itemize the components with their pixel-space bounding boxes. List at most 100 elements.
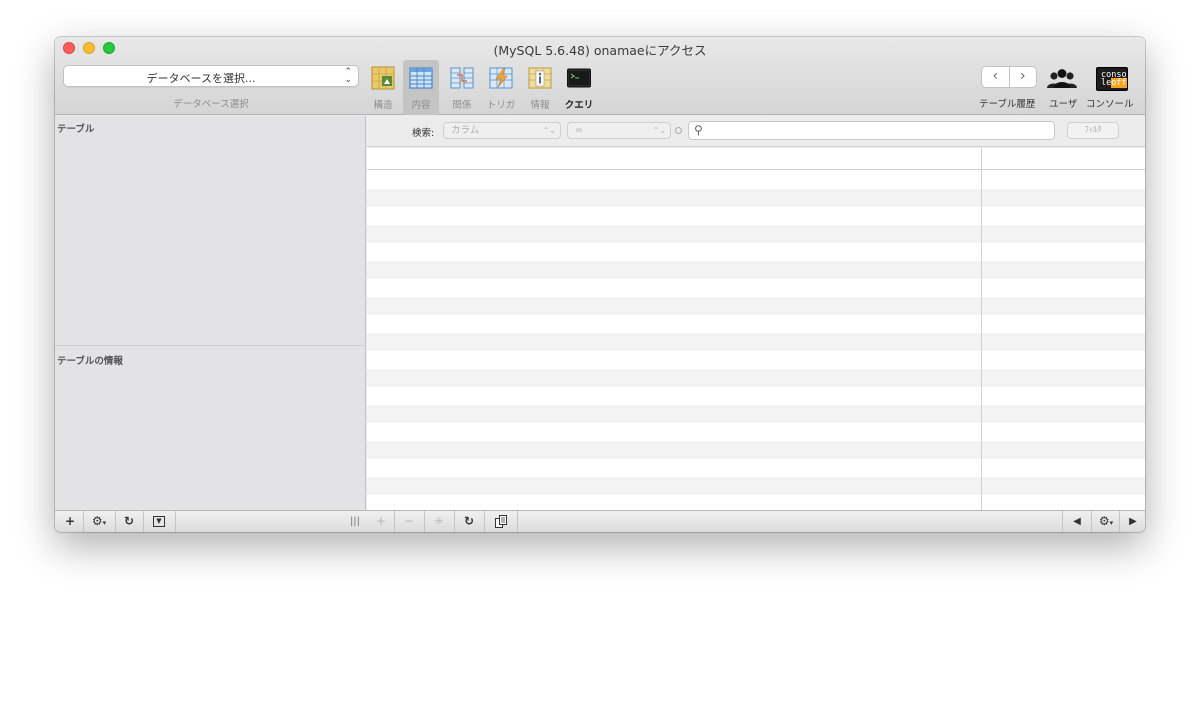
refresh-icon: ↻ bbox=[463, 514, 475, 528]
chevron-updown-icon: ⌃⌄ bbox=[652, 126, 666, 135]
database-select-value: データベースを選択... bbox=[146, 72, 256, 85]
users-icon bbox=[1047, 69, 1077, 88]
table-row bbox=[367, 207, 1145, 225]
table-row bbox=[367, 279, 1145, 297]
divider bbox=[1119, 511, 1120, 532]
tables-header: テーブル bbox=[57, 124, 95, 135]
table-row bbox=[367, 405, 1145, 423]
console-icon: conso leoff bbox=[1096, 67, 1128, 91]
chevron-right-icon: › bbox=[1019, 68, 1026, 84]
divider bbox=[1091, 511, 1092, 532]
content-button[interactable]: 内容 bbox=[403, 60, 439, 115]
table-actions-menu-button[interactable]: ⚙▾ bbox=[85, 511, 113, 532]
add-row-button[interactable]: + bbox=[371, 511, 391, 532]
table-row bbox=[367, 387, 1145, 405]
table-history-label: テーブル履歴 bbox=[979, 99, 1036, 110]
minus-icon: − bbox=[403, 514, 415, 528]
divider bbox=[454, 511, 455, 532]
terminal-icon bbox=[567, 68, 591, 88]
gear-icon: ⚙ bbox=[1098, 514, 1110, 528]
chevron-updown-icon: ⌃⌄ bbox=[542, 126, 556, 135]
chevron-left-icon: ‹ bbox=[992, 68, 999, 84]
toolbar: (MySQL 5.6.48) onamaeにアクセス データベースを選択... … bbox=[55, 37, 1145, 115]
structure-button[interactable]: 構造 bbox=[365, 60, 401, 115]
refresh-tables-button[interactable]: ↻ bbox=[117, 511, 141, 532]
users-button[interactable] bbox=[1045, 67, 1079, 91]
grid-header[interactable] bbox=[367, 148, 1145, 170]
duplicate-icon: ⁜ bbox=[434, 516, 444, 527]
search-icon: ⚲ bbox=[694, 123, 703, 137]
copy-button[interactable] bbox=[489, 511, 513, 532]
window-title: (MySQL 5.6.48) onamaeにアクセス bbox=[493, 43, 707, 58]
pane-resize-handle[interactable]: ||| bbox=[345, 511, 365, 532]
database-select[interactable]: データベースを選択... ⌃ ⌄ bbox=[63, 65, 359, 87]
column-popup-value: カラム bbox=[451, 125, 480, 136]
triggers-button[interactable]: トリガ bbox=[483, 60, 519, 115]
duplicate-row-button[interactable]: ⁜ bbox=[429, 511, 449, 532]
previous-page-button[interactable]: ◀ bbox=[1065, 511, 1089, 532]
users-label: ユーザ bbox=[1049, 99, 1078, 110]
triangle-left-icon: ◀ bbox=[1073, 516, 1081, 527]
triangle-right-icon: ▶ bbox=[1129, 516, 1137, 527]
table-row bbox=[367, 261, 1145, 279]
refresh-content-button[interactable]: ↻ bbox=[459, 511, 479, 532]
toggle-info-pane-button[interactable]: ▼ bbox=[147, 511, 171, 532]
sidebar: テーブル テーブルの情報 bbox=[55, 116, 366, 510]
table-row bbox=[367, 225, 1145, 243]
console-label: コンソール bbox=[1086, 99, 1134, 110]
table-row bbox=[367, 243, 1145, 261]
filter-search-input[interactable]: ⚲ bbox=[688, 121, 1055, 140]
table-row bbox=[367, 477, 1145, 495]
operator-popup[interactable]: = ⌃⌄ bbox=[567, 122, 671, 139]
filter-option-icon[interactable] bbox=[675, 127, 682, 134]
table-row bbox=[367, 369, 1145, 387]
plus-icon: + bbox=[375, 514, 387, 528]
filter-button[interactable]: ﾌｨﾙﾀ bbox=[1067, 122, 1119, 139]
delete-row-button[interactable]: − bbox=[399, 511, 419, 532]
sidebar-splitter[interactable] bbox=[55, 345, 366, 346]
query-label: クエリ bbox=[564, 100, 594, 111]
next-page-button[interactable]: ▶ bbox=[1121, 511, 1145, 532]
column-popup[interactable]: カラム ⌃⌄ bbox=[443, 122, 561, 139]
query-button[interactable]: クエリ bbox=[561, 60, 597, 115]
info-icon bbox=[528, 67, 552, 89]
table-info-panel bbox=[55, 366, 366, 510]
structure-icon bbox=[371, 66, 395, 90]
sidebar-bottom-bar: + ⚙▾ ↻ ▼ ||| bbox=[55, 510, 367, 532]
dropdown-arrow-icon: ▾ bbox=[1109, 519, 1114, 527]
content-bottom-bar: + − ⁜ ↻ ◀ ⚙▾ ▶ bbox=[367, 510, 1145, 532]
add-table-button[interactable]: + bbox=[59, 511, 81, 532]
copy-icon bbox=[495, 515, 507, 528]
search-label: 検索: bbox=[412, 128, 435, 139]
table-row bbox=[367, 171, 1145, 189]
operator-popup-value: = bbox=[575, 125, 583, 136]
table-row bbox=[367, 459, 1145, 477]
table-row bbox=[367, 189, 1145, 207]
content-table-icon bbox=[409, 67, 433, 89]
table-row bbox=[367, 315, 1145, 333]
filter-bar: 検索: カラム ⌃⌄ = ⌃⌄ ⚲ ﾌｨﾙﾀ bbox=[367, 116, 1145, 147]
divider bbox=[83, 511, 84, 532]
history-forward-button[interactable]: › bbox=[1010, 67, 1037, 87]
app-window: (MySQL 5.6.48) onamaeにアクセス データベースを選択... … bbox=[55, 37, 1145, 532]
relations-button[interactable]: 関係 bbox=[444, 60, 480, 115]
collapse-pane-icon: ▼ bbox=[153, 516, 165, 527]
history-back-button[interactable]: ‹ bbox=[982, 67, 1010, 87]
relations-icon bbox=[450, 67, 474, 89]
database-select-caption: データベース選択 bbox=[173, 99, 249, 110]
triggers-icon bbox=[489, 67, 513, 89]
tables-list[interactable] bbox=[55, 134, 366, 344]
divider bbox=[1062, 511, 1063, 532]
plus-icon: + bbox=[64, 514, 76, 528]
pagination-settings-button[interactable]: ⚙▾ bbox=[1093, 511, 1119, 532]
column-divider[interactable] bbox=[981, 148, 982, 510]
divider bbox=[394, 511, 395, 532]
table-row bbox=[367, 333, 1145, 351]
info-button[interactable]: 情報 bbox=[522, 60, 558, 115]
console-button[interactable]: conso leoff bbox=[1096, 67, 1128, 91]
divider bbox=[115, 511, 116, 532]
divider bbox=[484, 511, 485, 532]
divider bbox=[175, 511, 176, 532]
content-grid[interactable] bbox=[367, 148, 1145, 510]
refresh-icon: ↻ bbox=[123, 514, 135, 528]
